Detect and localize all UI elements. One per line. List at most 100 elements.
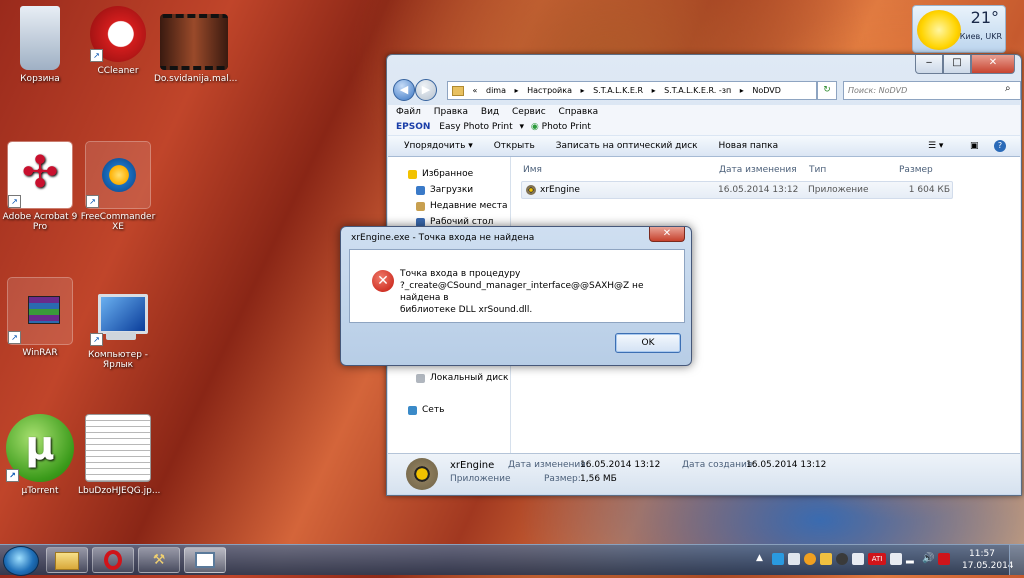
address-bar[interactable]: « dima ▸ Настройка ▸ S.T.A.L.K.E.R ▸ S.T… xyxy=(447,81,817,100)
address-segment[interactable]: S.T.A.L.K.E.R. -зп xyxy=(664,86,731,95)
freecommander-icon: ↗ xyxy=(85,141,151,209)
tray-app-icon[interactable] xyxy=(804,553,816,565)
taskbar-app-button[interactable]: ⚒ xyxy=(138,547,180,573)
taskbar: ⚒ ▲ ATI ▂ 🔊 11:57 17.05.2014 xyxy=(0,544,1024,576)
folder-icon xyxy=(452,85,464,96)
nav-favorites[interactable]: Избранное xyxy=(408,169,473,179)
ati-icon[interactable]: ATI xyxy=(868,553,886,565)
table-row[interactable]: xrEngine 16.05.2014 13:12 Приложение 1 6… xyxy=(521,181,953,199)
desktop-icon-label: LbuDzoHJEQG.jp... xyxy=(78,486,161,496)
volume-icon[interactable]: 🔊 xyxy=(922,553,934,565)
clock[interactable]: 11:57 17.05.2014 xyxy=(962,548,1014,572)
column-name[interactable]: Имя xyxy=(523,165,542,175)
tray-app-icon[interactable] xyxy=(836,553,848,565)
shortcut-arrow-icon: ↗ xyxy=(6,469,19,482)
new-folder-button[interactable]: Новая папка xyxy=(718,141,778,151)
radiation-icon xyxy=(526,185,536,195)
maximize-button[interactable]: □ xyxy=(943,55,971,74)
desktop-icon-ccleaner[interactable]: ↗ CCleaner xyxy=(78,6,158,76)
desktop-icon-image-file[interactable]: LbuDzoHJEQG.jp... xyxy=(78,414,161,496)
burn-button[interactable]: Записать на оптический диск xyxy=(556,141,698,151)
nav-downloads[interactable]: Загрузки xyxy=(416,185,473,195)
desktop-icon-label: WinRAR xyxy=(22,348,58,358)
utorrent-icon: µ ↗ xyxy=(6,414,74,482)
column-type[interactable]: Тип xyxy=(809,165,826,175)
address-separator[interactable]: ▸ xyxy=(652,86,656,95)
dialog-close-button[interactable]: ✕ xyxy=(649,227,685,242)
weather-city: Киев, UKR xyxy=(959,32,1002,41)
organize-button[interactable]: Упорядочить ▾ xyxy=(404,141,473,151)
tray-app-icon[interactable] xyxy=(852,553,864,565)
address-segment[interactable]: S.T.A.L.K.E.R xyxy=(593,86,643,95)
address-segment[interactable]: NoDVD xyxy=(752,86,781,95)
file-type: Приложение xyxy=(808,185,869,195)
back-button[interactable]: ◀ xyxy=(393,79,415,101)
refresh-icon[interactable]: ↻ xyxy=(817,81,837,100)
desktop-icon-computer[interactable]: ↗ Компьютер - Ярлык xyxy=(78,290,158,370)
photo-print-button[interactable]: Photo Print xyxy=(542,122,591,132)
network-icon xyxy=(408,406,417,415)
column-size[interactable]: Размер xyxy=(899,165,933,175)
start-button[interactable] xyxy=(3,546,39,576)
tray-app-icon[interactable] xyxy=(890,553,902,565)
adobe-acrobat-icon: ✣ ↗ xyxy=(7,141,73,209)
desktop-icon-recycle-bin[interactable]: Корзина xyxy=(0,6,80,84)
show-hidden-icons[interactable]: ▲ xyxy=(756,553,768,565)
close-button[interactable]: ✕ xyxy=(971,55,1015,74)
clock-date: 17.05.2014 xyxy=(962,561,1014,571)
address-segment[interactable]: Настройка xyxy=(527,86,572,95)
address-separator[interactable]: ▸ xyxy=(581,86,585,95)
network-signal-icon[interactable]: ▂ xyxy=(906,553,918,565)
column-date[interactable]: Дата изменения xyxy=(719,165,797,175)
address-segment[interactable]: dima xyxy=(486,86,506,95)
desktop-icon-label: FreeCommander XE xyxy=(80,212,156,232)
recent-places-icon xyxy=(416,202,425,211)
desktop-icon-freecommander[interactable]: ↗ FreeCommander XE xyxy=(78,141,158,232)
radiation-icon xyxy=(406,458,438,490)
ok-button[interactable]: OK xyxy=(615,333,681,353)
chevron-down-icon[interactable]: ▾ xyxy=(520,122,525,132)
menu-file[interactable]: Файл xyxy=(396,107,421,117)
menu-tools[interactable]: Сервис xyxy=(512,107,546,117)
address-separator[interactable]: ▸ xyxy=(740,86,744,95)
search-icon: ⌕ xyxy=(1005,83,1011,94)
desktop-icon-utorrent[interactable]: µ ↗ µTorrent xyxy=(0,414,80,496)
sun-icon xyxy=(917,10,961,50)
desktop-icon-winrar[interactable]: ↗ WinRAR xyxy=(0,277,80,358)
details-modified-label: Дата изменения: xyxy=(508,460,589,470)
nav-local-disk[interactable]: Локальный диск (D xyxy=(416,373,510,383)
clock-time: 11:57 xyxy=(969,549,995,559)
tray-app-icon[interactable] xyxy=(772,553,784,565)
forward-button[interactable]: ▶ xyxy=(415,79,437,101)
address-segment[interactable]: « xyxy=(473,86,478,95)
minimize-button[interactable]: ‒ xyxy=(915,55,943,74)
open-button[interactable]: Открыть xyxy=(494,141,535,151)
easy-photo-print-button[interactable]: Easy Photo Print xyxy=(439,122,512,132)
show-desktop-button[interactable] xyxy=(1009,545,1024,575)
image-file-icon xyxy=(85,414,151,482)
desktop-icon-video[interactable]: Do.svidanija.mal... xyxy=(154,6,237,84)
tray-app-icon[interactable] xyxy=(788,553,800,565)
details-pane: xrEngine Приложение Дата изменения: 16.0… xyxy=(388,453,1020,494)
taskbar-window-button[interactable] xyxy=(184,547,226,573)
menu-view[interactable]: Вид xyxy=(481,107,499,117)
shortcut-arrow-icon: ↗ xyxy=(90,333,103,346)
desktop-icon-label: CCleaner xyxy=(97,66,139,76)
address-separator[interactable]: ▸ xyxy=(515,86,519,95)
menu-help[interactable]: Справка xyxy=(559,107,599,117)
desktop-icon-adobe-acrobat[interactable]: ✣ ↗ Adobe Acrobat 9 Pro xyxy=(0,141,80,232)
taskbar-opera-button[interactable] xyxy=(92,547,134,573)
language-icon[interactable] xyxy=(938,553,950,565)
nav-network[interactable]: Сеть xyxy=(408,405,444,415)
view-options-icon[interactable]: ☰ ▾ xyxy=(928,136,943,156)
weather-gadget[interactable]: 21° Киев, UKR xyxy=(912,5,1006,53)
taskbar-explorer-button[interactable] xyxy=(46,547,88,573)
menu-edit[interactable]: Правка xyxy=(434,107,468,117)
nav-recent-places[interactable]: Недавние места xyxy=(416,201,508,211)
search-input[interactable]: Поиск: NoDVD xyxy=(843,81,1021,100)
tray-app-icon[interactable] xyxy=(820,553,832,565)
star-icon xyxy=(408,170,417,179)
desktop-icon-label: Компьютер - Ярлык xyxy=(87,350,149,370)
help-icon[interactable]: ? xyxy=(994,140,1006,152)
preview-pane-icon[interactable]: ▣ xyxy=(970,136,979,156)
